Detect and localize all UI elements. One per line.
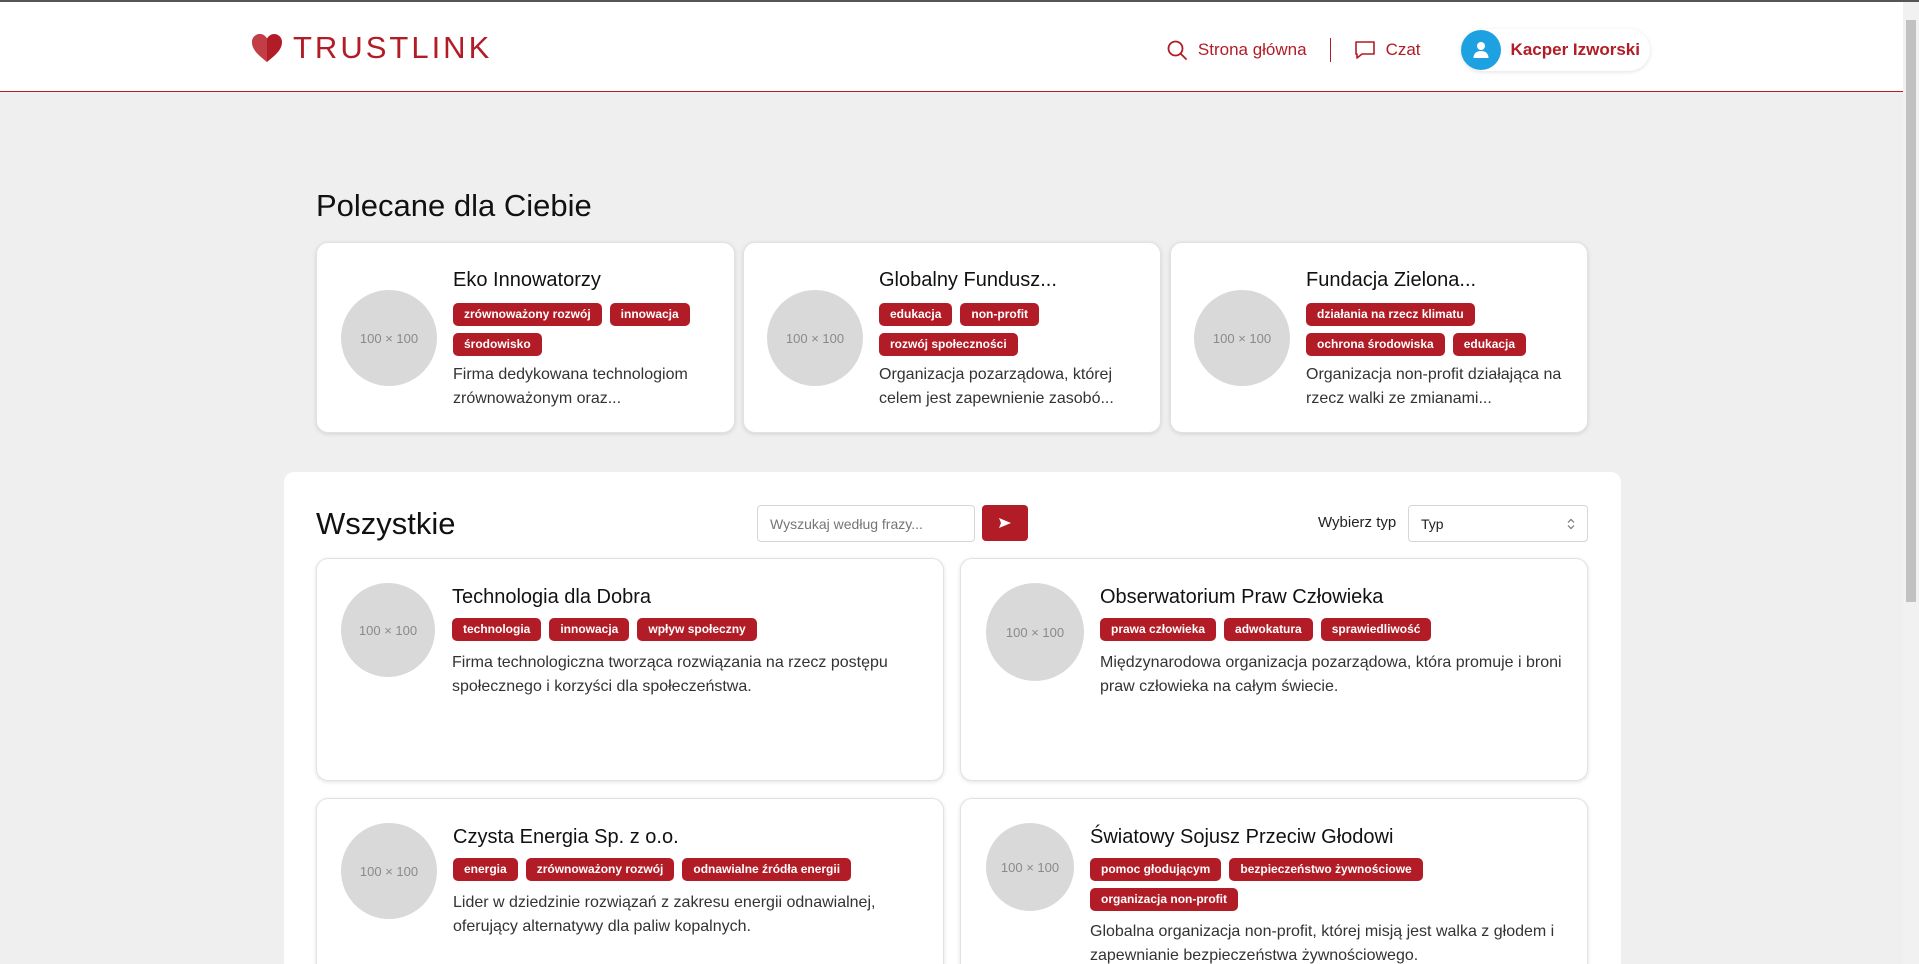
nav-divider <box>1329 38 1331 62</box>
card-description: Firma dedykowana technologiom zrównoważo… <box>453 366 688 407</box>
brand-logo[interactable]: TRUSTLINK <box>251 30 492 66</box>
recommended-card[interactable]: 100 × 100 Fundacja Zielona... działania … <box>1170 242 1588 433</box>
card-description: Organizacja non-profit działająca na rze… <box>1306 366 1562 407</box>
chat-bubble-icon <box>1354 41 1375 59</box>
main-nav: Strona główna Czat Kacper Izworski <box>1166 29 1650 71</box>
card-tags: pomoc głodującym bezpieczeństwo żywności… <box>1090 858 1490 911</box>
user-name: Kacper Izworski <box>1510 40 1640 59</box>
search-icon <box>1167 40 1187 60</box>
tag[interactable]: innowacja <box>609 303 690 326</box>
nav-chat-label: Czat <box>1385 40 1421 59</box>
tag[interactable]: działania na rzecz klimatu <box>1306 303 1475 326</box>
tag[interactable]: bezpieczeństwo żywnościowe <box>1229 858 1423 881</box>
tag[interactable]: odnawialne źródła energii <box>682 858 852 881</box>
tag[interactable]: rozwój społeczności <box>879 333 1018 356</box>
tag[interactable]: organizacja non-profit <box>1090 888 1238 911</box>
brand-name: TRUSTLINK <box>293 30 493 65</box>
tag[interactable]: zrównoważony rozwój <box>453 303 602 326</box>
type-select-value: Typ <box>1421 515 1444 532</box>
user-icon <box>1473 42 1489 58</box>
recommended-card[interactable]: 100 × 100 Globalny Fundusz... edukacja n… <box>743 242 1161 433</box>
tag[interactable]: innowacja <box>549 618 630 641</box>
card-description: Firma technologiczna tworząca rozwiązani… <box>452 654 888 695</box>
organization-card[interactable]: 100 × 100 Światowy Sojusz Przeciw Głodow… <box>960 798 1588 964</box>
card-image-placeholder: 100 × 100 <box>1194 290 1290 386</box>
card-title: Czysta Energia Sp. z o.o. <box>453 826 679 848</box>
card-tags: zrównoważony rozwój innowacja środowisko <box>453 303 723 356</box>
tag[interactable]: sprawiedliwość <box>1320 618 1432 641</box>
heart-icon <box>252 34 282 62</box>
card-title: Globalny Fundusz... <box>879 269 1057 291</box>
tag[interactable]: wpływ społeczny <box>637 618 757 641</box>
card-tags: energia zrównoważony rozwój odnawialne ź… <box>453 858 923 881</box>
tag[interactable]: edukacja <box>879 303 953 326</box>
card-image-placeholder: 100 × 100 <box>767 290 863 386</box>
nav-home-link[interactable]: Strona główna <box>1166 39 1307 61</box>
tag[interactable]: adwokatura <box>1224 618 1313 641</box>
card-image-placeholder: 100 × 100 <box>341 583 435 677</box>
user-menu-button[interactable]: Kacper Izworski <box>1460 29 1650 71</box>
type-select[interactable]: Typ <box>1408 505 1588 542</box>
organization-card[interactable]: 100 × 100 Technologia dla Dobra technolo… <box>316 558 944 781</box>
card-description: Międzynarodowa organizacja pozarządowa, … <box>1100 654 1562 695</box>
nav-home-label: Strona główna <box>1197 40 1307 59</box>
send-icon <box>999 518 1011 528</box>
search-submit-button[interactable] <box>982 505 1028 541</box>
top-navbar: TRUSTLINK Strona główna Czat Kacper Izwo… <box>0 2 1903 92</box>
tag[interactable]: pomoc głodującym <box>1090 858 1222 881</box>
card-description: Globalna organizacja non-profit, której … <box>1090 923 1555 964</box>
tag[interactable]: technologia <box>452 618 542 641</box>
type-filter-label: Wybierz typ <box>1318 514 1397 531</box>
card-image-placeholder: 100 × 100 <box>986 583 1084 681</box>
tag[interactable]: energia <box>453 858 518 881</box>
card-tags: technologia innowacja wpływ społeczny <box>452 618 922 641</box>
card-tags: edukacja non-profit rozwój społeczności <box>879 303 1119 356</box>
card-title: Obserwatorium Praw Człowieka <box>1100 586 1384 608</box>
tag[interactable]: zrównoważony rozwój <box>525 858 675 881</box>
recommended-title: Polecane dla Ciebie <box>316 188 592 223</box>
card-image-placeholder: 100 × 100 <box>341 290 437 386</box>
tag[interactable]: ochrona środowiska <box>1306 333 1445 356</box>
card-image-placeholder: 100 × 100 <box>341 823 437 919</box>
tag[interactable]: środowisko <box>453 333 542 356</box>
chevron-up-down-icon <box>1567 518 1575 529</box>
card-title: Eko Innowatorzy <box>453 269 601 291</box>
card-description: Organizacja pozarządowa, której celem je… <box>879 366 1114 407</box>
search-input[interactable] <box>757 505 975 542</box>
card-tags: działania na rzecz klimatu ochrona środo… <box>1306 303 1546 356</box>
organization-card[interactable]: 100 × 100 Czysta Energia Sp. z o.o. ener… <box>316 798 944 964</box>
organization-card[interactable]: 100 × 100 Obserwatorium Praw Człowieka p… <box>960 558 1588 781</box>
card-title: Światowy Sojusz Przeciw Głodowi <box>1090 826 1394 848</box>
tag[interactable]: prawa człowieka <box>1100 618 1217 641</box>
card-title: Fundacja Zielona... <box>1306 269 1477 291</box>
scrollbar-thumb[interactable] <box>1906 20 1916 602</box>
card-description: Lider w dziedzinie rozwiązań z zakresu e… <box>453 894 876 935</box>
tag[interactable]: non-profit <box>960 303 1040 326</box>
recommended-card[interactable]: 100 × 100 Eko Innowatorzy zrównoważony r… <box>316 242 735 433</box>
avatar <box>1460 30 1501 70</box>
nav-chat-link[interactable]: Czat <box>1354 39 1421 61</box>
tag[interactable]: edukacja <box>1452 333 1527 356</box>
card-title: Technologia dla Dobra <box>452 586 652 608</box>
all-title: Wszystkie <box>316 506 456 541</box>
card-tags: prawa człowieka adwokatura sprawiedliwoś… <box>1100 618 1570 641</box>
card-image-placeholder: 100 × 100 <box>986 823 1074 911</box>
